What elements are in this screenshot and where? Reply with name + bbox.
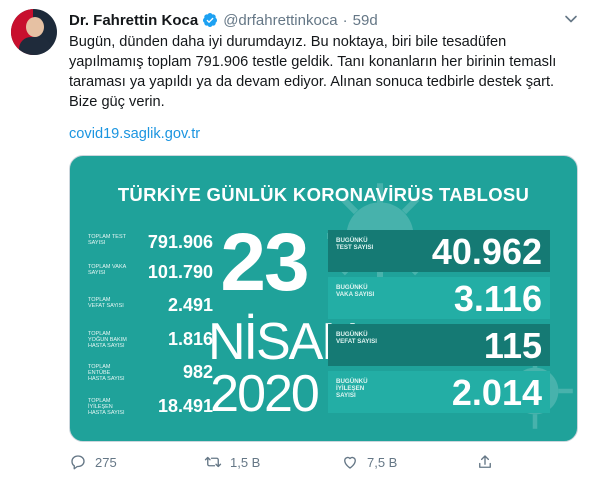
tweet-link[interactable]: covid19.saglik.gov.tr — [69, 126, 200, 142]
tweet-timestamp[interactable]: 59d — [353, 12, 378, 29]
date-day: 23 — [220, 217, 309, 308]
reply-action[interactable]: 275 — [69, 452, 117, 472]
daily-value: 40.962 — [431, 231, 542, 272]
reply-count: 275 — [95, 454, 117, 470]
verified-badge-icon — [203, 13, 218, 27]
stat-label: TOPLAM YOĞUN BAKIM HASTA SAYISI — [88, 331, 127, 349]
total-intubated-stat: TOPLAM ENTÜBE HASTA SAYISI 982 — [88, 362, 213, 386]
like-action[interactable]: 7,5 B — [341, 452, 397, 472]
tweet-text-line: taraması ya yapıldı ya da devam ediyor. … — [69, 74, 555, 90]
stat-label: TOPLAM İYİLEŞEN HASTA SAYISI — [88, 398, 125, 416]
like-icon[interactable] — [341, 453, 359, 471]
daily-death-panel: BUGÜNKÜ VEFAT SAYISI 115 — [328, 324, 550, 366]
daily-label: BUGÜNKÜ TEST SAYISI — [336, 237, 374, 251]
stat-value: 2.491 — [167, 295, 213, 315]
tweet-text-line: Bugün, dünden daha iyi durumdayız. Bu no… — [69, 34, 507, 50]
avatar[interactable] — [11, 9, 57, 55]
daily-label: BUGÜNKÜ VEFAT SAYISI — [336, 331, 377, 345]
date-year: 2020 — [210, 365, 320, 423]
retweet-action[interactable]: 1,5 B — [204, 452, 260, 472]
stat-label: TOPLAM VAKA SAYISI — [88, 264, 127, 276]
daily-test-panel: BUGÜNKÜ TEST SAYISI 40.962 — [328, 230, 550, 272]
retweet-icon[interactable] — [204, 453, 222, 471]
header-separator: · — [342, 11, 348, 29]
reply-icon[interactable] — [69, 453, 87, 471]
daily-recovered-panel: BUGÜNKÜ İYİLEŞEN SAYISI 2.014 — [328, 371, 550, 413]
tweet-text-line: Bize güç verin. — [69, 94, 165, 110]
tweet-text: Bugün, dünden daha iyi durumdayız. Bu no… — [69, 32, 579, 112]
stat-label: TOPLAM VEFAT SAYISI — [88, 297, 124, 309]
like-count: 7,5 B — [367, 454, 398, 470]
avatar-face — [26, 17, 44, 37]
card-title: TÜRKİYE GÜNLÜK KORONAVİRÜS TABLOSU — [117, 184, 530, 205]
tweet-text-line: yapılmamış toplam 791.906 testle geldik.… — [69, 54, 557, 70]
share-action[interactable] — [476, 452, 502, 472]
daily-value: 3.116 — [453, 278, 542, 319]
stat-label: TOPLAM ENTÜBE HASTA SAYISI — [88, 364, 125, 382]
stat-label: TOPLAM TEST SAYISI — [88, 234, 126, 246]
total-death-stat: TOPLAM VEFAT SAYISI 2.491 — [88, 295, 213, 319]
daily-label: BUGÜNKÜ VAKA SAYISI — [336, 284, 375, 298]
stat-value: 791.906 — [147, 232, 213, 252]
stat-value: 101.790 — [147, 262, 213, 282]
total-recovered-stat: TOPLAM İYİLEŞEN HASTA SAYISI 18.491 — [88, 396, 213, 420]
stat-value: 1.816 — [167, 329, 213, 349]
daily-label: BUGÜNKÜ İYİLEŞEN SAYISI — [336, 378, 368, 399]
tweet: Dr. Fahrettin Koca @drfahrettinkoca · 59… — [0, 0, 589, 481]
total-case-stat: TOPLAM VAKA SAYISI 101.790 — [88, 262, 213, 286]
stat-value: 18.491 — [157, 396, 213, 416]
daily-case-panel: BUGÜNKÜ VAKA SAYISI 3.116 — [328, 277, 550, 319]
media-card[interactable]: TÜRKİYE GÜNLÜK KORONAVİRÜS TABLOSU TOPLA… — [69, 155, 578, 442]
daily-value: 2.014 — [451, 372, 542, 413]
total-test-stat: TOPLAM TEST SAYISI 791.906 — [88, 232, 213, 256]
share-icon[interactable] — [476, 453, 494, 471]
date-month: NİSAN — [208, 313, 359, 371]
avatar-suit — [19, 37, 51, 55]
retweet-count: 1,5 B — [230, 454, 261, 470]
author-handle[interactable]: @drfahrettinkoca — [223, 12, 337, 29]
tweet-header: Dr. Fahrettin Koca @drfahrettinkoca · 59… — [69, 10, 378, 30]
chevron-down-icon[interactable] — [564, 12, 578, 26]
total-icu-stat: TOPLAM YOĞUN BAKIM HASTA SAYISI 1.816 — [88, 329, 213, 353]
author-name[interactable]: Dr. Fahrettin Koca — [69, 12, 198, 29]
daily-value: 115 — [483, 325, 542, 366]
